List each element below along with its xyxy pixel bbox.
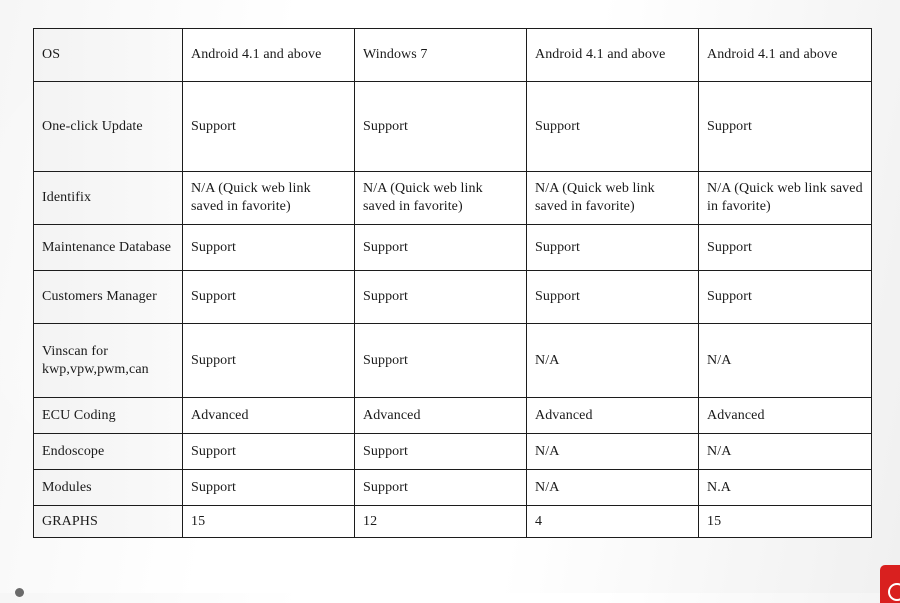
- table-cell: 12: [354, 505, 527, 538]
- table-cell: 15: [182, 505, 355, 538]
- table-cell: Support: [698, 224, 872, 271]
- row-label: OS: [33, 28, 183, 82]
- table-cell: Support: [182, 224, 355, 271]
- table-cell: Support: [526, 224, 699, 271]
- table-row-one-click-update: One-click Update Support Support Support…: [33, 81, 872, 172]
- row-label: One-click Update: [33, 81, 183, 172]
- table-cell: Support: [182, 469, 355, 506]
- table-cell: Support: [526, 81, 699, 172]
- table-cell: Android 4.1 and above: [182, 28, 355, 82]
- table-cell: 4: [526, 505, 699, 538]
- row-label: Vinscan for kwp,vpw,pwm,can: [33, 323, 183, 398]
- table-row-modules: Modules Support Support N/A N.A: [33, 469, 872, 506]
- row-label: Modules: [33, 469, 183, 506]
- table-cell: N/A: [526, 323, 699, 398]
- table-cell: 15: [698, 505, 872, 538]
- table-cell: Advanced: [354, 397, 527, 434]
- table-row-os: OS Android 4.1 and above Windows 7 Andro…: [33, 28, 872, 82]
- table-cell: Windows 7: [354, 28, 527, 82]
- table-cell: Support: [182, 270, 355, 324]
- table-cell: Advanced: [698, 397, 872, 434]
- logo-ring-icon: [888, 583, 900, 601]
- row-label: Maintenance Database: [33, 224, 183, 271]
- table-cell: Support: [182, 323, 355, 398]
- table-cell: Support: [526, 270, 699, 324]
- table-row-ecu-coding: ECU Coding Advanced Advanced Advanced Ad…: [33, 397, 872, 434]
- table-cell: Support: [698, 81, 872, 172]
- table-cell: Support: [698, 270, 872, 324]
- table-cell: Support: [354, 270, 527, 324]
- table-cell: Android 4.1 and above: [698, 28, 872, 82]
- table-cell: N/A: [698, 323, 872, 398]
- table-cell: Support: [354, 81, 527, 172]
- table-cell: N/A: [526, 469, 699, 506]
- table-cell: Android 4.1 and above: [526, 28, 699, 82]
- table-cell: Support: [182, 81, 355, 172]
- row-label: Customers Manager: [33, 270, 183, 324]
- table-cell: N/A (Quick web link saved in favorite): [182, 171, 355, 225]
- table-cell: Advanced: [526, 397, 699, 434]
- row-label: Identifix: [33, 171, 183, 225]
- table-cell: Advanced: [182, 397, 355, 434]
- table-cell: N/A: [698, 433, 872, 470]
- table-cell: Support: [354, 469, 527, 506]
- row-label: GRAPHS: [33, 505, 183, 538]
- table-cell: Support: [354, 224, 527, 271]
- table-cell: N/A (Quick web link saved in favorite): [526, 171, 699, 225]
- brand-logo-icon: [880, 565, 900, 603]
- table-row-endoscope: Endoscope Support Support N/A N/A: [33, 433, 872, 470]
- table-cell: Support: [182, 433, 355, 470]
- row-label: ECU Coding: [33, 397, 183, 434]
- table-row-customers-manager: Customers Manager Support Support Suppor…: [33, 270, 872, 324]
- table-cell: N/A (Quick web link saved in favorite): [354, 171, 527, 225]
- row-label: Endoscope: [33, 433, 183, 470]
- table-row-identifix: Identifix N/A (Quick web link saved in f…: [33, 171, 872, 225]
- table-row-graphs: GRAPHS 15 12 4 15: [33, 505, 872, 538]
- comparison-table: OS Android 4.1 and above Windows 7 Andro…: [33, 28, 872, 538]
- table-cell: N/A: [526, 433, 699, 470]
- table-cell: N/A (Quick web link saved in favorite): [698, 171, 872, 225]
- table-cell: Support: [354, 433, 527, 470]
- table-row-maintenance-database: Maintenance Database Support Support Sup…: [33, 224, 872, 271]
- table-cell: Support: [354, 323, 527, 398]
- table-row-vinscan: Vinscan for kwp,vpw,pwm,can Support Supp…: [33, 323, 872, 398]
- table-cell: N.A: [698, 469, 872, 506]
